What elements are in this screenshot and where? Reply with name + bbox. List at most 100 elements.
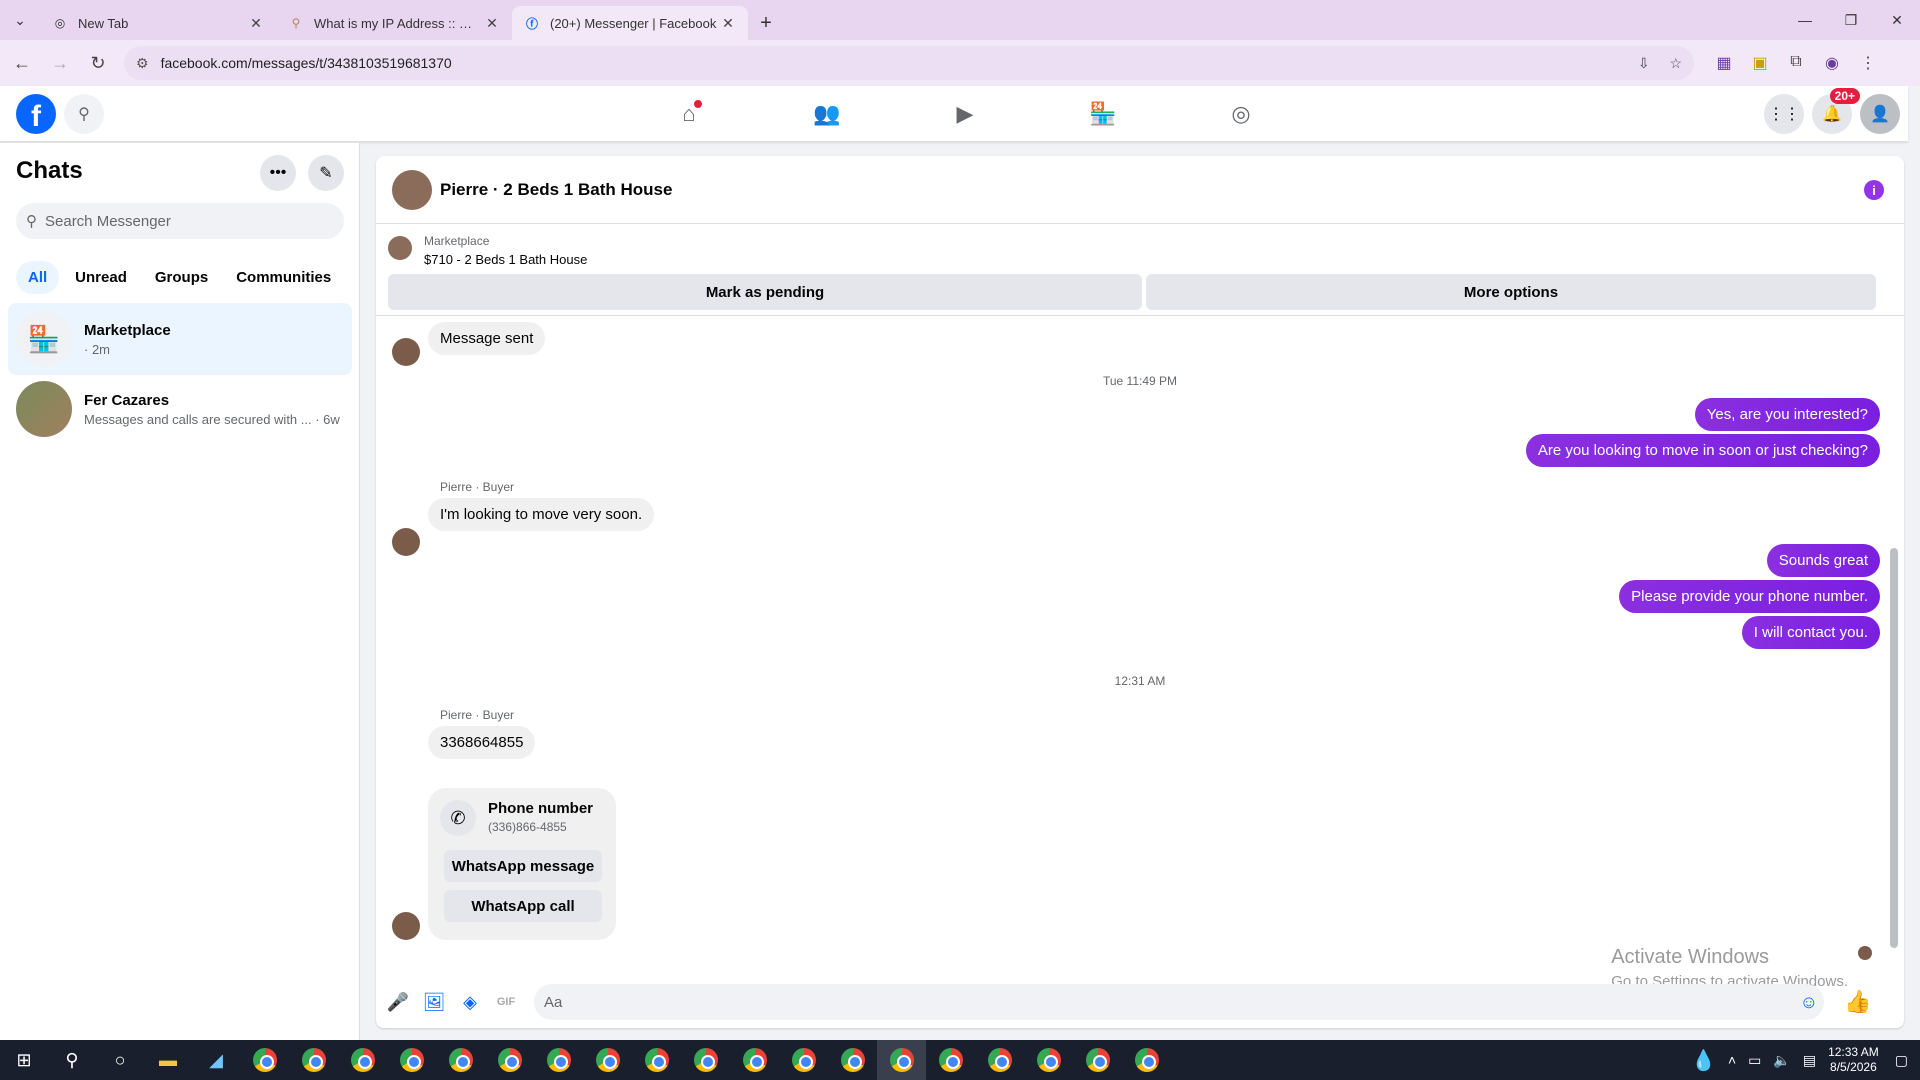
site-info-icon[interactable]: ⚙: [136, 55, 149, 72]
close-icon[interactable]: ✕: [484, 15, 500, 32]
chrome-icon[interactable]: [338, 1040, 387, 1080]
whatsapp-message-button[interactable]: WhatsApp message: [444, 850, 602, 882]
close-icon[interactable]: ✕: [720, 15, 736, 32]
file-explorer-icon[interactable]: ▬: [144, 1040, 192, 1080]
menu-kebab-icon[interactable]: ⋮: [1850, 53, 1886, 73]
message-input[interactable]: Aa ☺: [534, 984, 1824, 1020]
sticker-icon[interactable]: ◈: [452, 984, 488, 1020]
chrome-icon[interactable]: [632, 1040, 681, 1080]
chrome-icon[interactable]: [877, 1040, 926, 1080]
windows-start-icon[interactable]: ⊞: [0, 1040, 48, 1080]
close-icon[interactable]: ✕: [248, 15, 264, 32]
extension-icon[interactable]: ▦: [1706, 53, 1742, 73]
photo-icon[interactable]: 🖼: [416, 984, 452, 1020]
tab-messenger[interactable]: ⓕ (20+) Messenger | Facebook ✕: [512, 6, 748, 40]
extension-icon[interactable]: ▣: [1742, 53, 1778, 73]
extensions-area: ▦ ▣ ⧉ ◉ ⋮: [1706, 53, 1886, 73]
search-icon[interactable]: ⚲: [48, 1040, 96, 1080]
notification-dot: [694, 100, 702, 108]
chrome-icon[interactable]: [289, 1040, 338, 1080]
timestamp: Tue 11:49 PM: [1102, 374, 1178, 388]
tab-title: New Tab: [78, 15, 129, 31]
filter-all[interactable]: All: [16, 261, 60, 294]
notifications-icon[interactable]: 🔔 20+: [1812, 88, 1860, 134]
listing-title[interactable]: $710 - 2 Beds 1 Bath House: [424, 252, 587, 267]
facebook-logo-icon[interactable]: f: [16, 94, 56, 134]
chrome-icon[interactable]: [436, 1040, 485, 1080]
puzzle-icon[interactable]: ⧉: [1778, 53, 1814, 73]
close-window-icon[interactable]: ✕: [1874, 0, 1920, 40]
video-icon[interactable]: ▶: [896, 86, 1034, 142]
conversation-header: Pierre · 2 Beds 1 Bath House i: [376, 156, 1904, 224]
reload-icon[interactable]: ↻: [82, 47, 114, 79]
chrome-icon[interactable]: [534, 1040, 583, 1080]
notification-center-icon[interactable]: ▢: [1895, 1052, 1908, 1069]
avatar[interactable]: [392, 169, 432, 210]
scrollbar-thumb[interactable]: [1890, 548, 1898, 948]
forward-icon[interactable]: →: [44, 47, 76, 79]
bookmark-star-icon[interactable]: ☆: [1669, 55, 1682, 71]
filter-unread[interactable]: Unread: [63, 261, 139, 294]
search-messenger-input[interactable]: ⚲ Search Messenger: [16, 203, 344, 239]
filter-groups[interactable]: Groups: [143, 261, 220, 294]
mark-as-pending-button[interactable]: Mark as pending: [388, 274, 1142, 310]
menu-grid-icon[interactable]: ⋮⋮: [1764, 94, 1804, 134]
whatsapp-call-button[interactable]: WhatsApp call: [444, 890, 602, 922]
new-tab-button[interactable]: +: [748, 6, 784, 40]
scrollbar[interactable]: [1890, 328, 1898, 948]
conversation-title[interactable]: Pierre · 2 Beds 1 Bath House: [440, 180, 672, 200]
clock-date: 8/5/2026: [1830, 1060, 1877, 1074]
like-icon[interactable]: 👍: [1844, 989, 1871, 1015]
chevron-up-icon[interactable]: ˄: [1728, 1052, 1736, 1068]
back-icon[interactable]: ←: [6, 47, 38, 79]
chrome-icon[interactable]: [926, 1040, 975, 1080]
chrome-icon[interactable]: [387, 1040, 436, 1080]
address-bar[interactable]: ⚙ facebook.com/messages/t/34381035196813…: [124, 46, 1694, 80]
search-icon[interactable]: ⚲: [64, 94, 104, 134]
new-message-icon[interactable]: ✎: [308, 155, 344, 191]
install-app-icon[interactable]: ⇩: [1638, 55, 1650, 71]
friends-icon[interactable]: 👥: [758, 86, 896, 142]
more-options-button[interactable]: More options: [1146, 274, 1876, 310]
profile-icon[interactable]: ◉: [1814, 53, 1850, 73]
message-bubble-outgoing: Please provide your phone number.: [1619, 580, 1880, 613]
home-icon[interactable]: ⌂: [620, 86, 758, 142]
tab-search-icon[interactable]: ⌄: [0, 0, 40, 40]
marketplace-icon[interactable]: 🏪: [1034, 86, 1172, 142]
chrome-icon[interactable]: [240, 1040, 289, 1080]
filter-communities[interactable]: Communities: [224, 261, 343, 294]
gif-icon[interactable]: GIF: [488, 984, 524, 1020]
maximize-icon[interactable]: ❐: [1828, 0, 1874, 40]
emoji-icon[interactable]: ☺: [1800, 992, 1818, 1013]
task-view-icon[interactable]: ○: [96, 1040, 144, 1080]
chrome-icon[interactable]: [1073, 1040, 1122, 1080]
account-avatar[interactable]: 👤: [1860, 94, 1900, 134]
chrome-icon[interactable]: [779, 1040, 828, 1080]
minimize-icon[interactable]: —: [1782, 0, 1828, 40]
chrome-icon[interactable]: [1024, 1040, 1073, 1080]
chat-item-marketplace[interactable]: 🏪 Marketplace · 2m: [8, 303, 352, 375]
chrome-icon[interactable]: [828, 1040, 877, 1080]
chrome-icon[interactable]: [681, 1040, 730, 1080]
speaker-icon[interactable]: 🔈: [1773, 1052, 1790, 1069]
search-icon: ⚲: [26, 213, 37, 230]
clock[interactable]: 12:33 AM 8/5/2026: [1828, 1045, 1879, 1075]
groups-icon[interactable]: ◎: [1172, 86, 1310, 142]
chrome-icon[interactable]: [975, 1040, 1024, 1080]
chrome-icon[interactable]: [485, 1040, 534, 1080]
tab-new-tab[interactable]: ◎ New Tab ✕: [40, 6, 276, 40]
url-text[interactable]: facebook.com/messages/t/3438103519681370: [161, 55, 1622, 71]
water-drop-icon[interactable]: 💧: [1691, 1048, 1716, 1073]
chrome-icon[interactable]: [730, 1040, 779, 1080]
network-icon[interactable]: ▤: [1803, 1052, 1816, 1069]
chrome-icon[interactable]: [1122, 1040, 1171, 1080]
microphone-icon[interactable]: 🎤: [380, 984, 416, 1020]
tab-ip-address[interactable]: ⚲ What is my IP Address :: WebBr ✕: [276, 6, 512, 40]
app-icon[interactable]: ◢: [192, 1040, 240, 1080]
more-options-icon[interactable]: •••: [260, 155, 296, 191]
display-icon[interactable]: ▭: [1748, 1052, 1761, 1069]
marketplace-icon: 🏪: [16, 311, 72, 367]
chrome-icon[interactable]: [583, 1040, 632, 1080]
info-icon[interactable]: i: [1864, 180, 1884, 200]
chat-item-fer-cazares[interactable]: Fer Cazares Messages and calls are secur…: [8, 373, 352, 445]
